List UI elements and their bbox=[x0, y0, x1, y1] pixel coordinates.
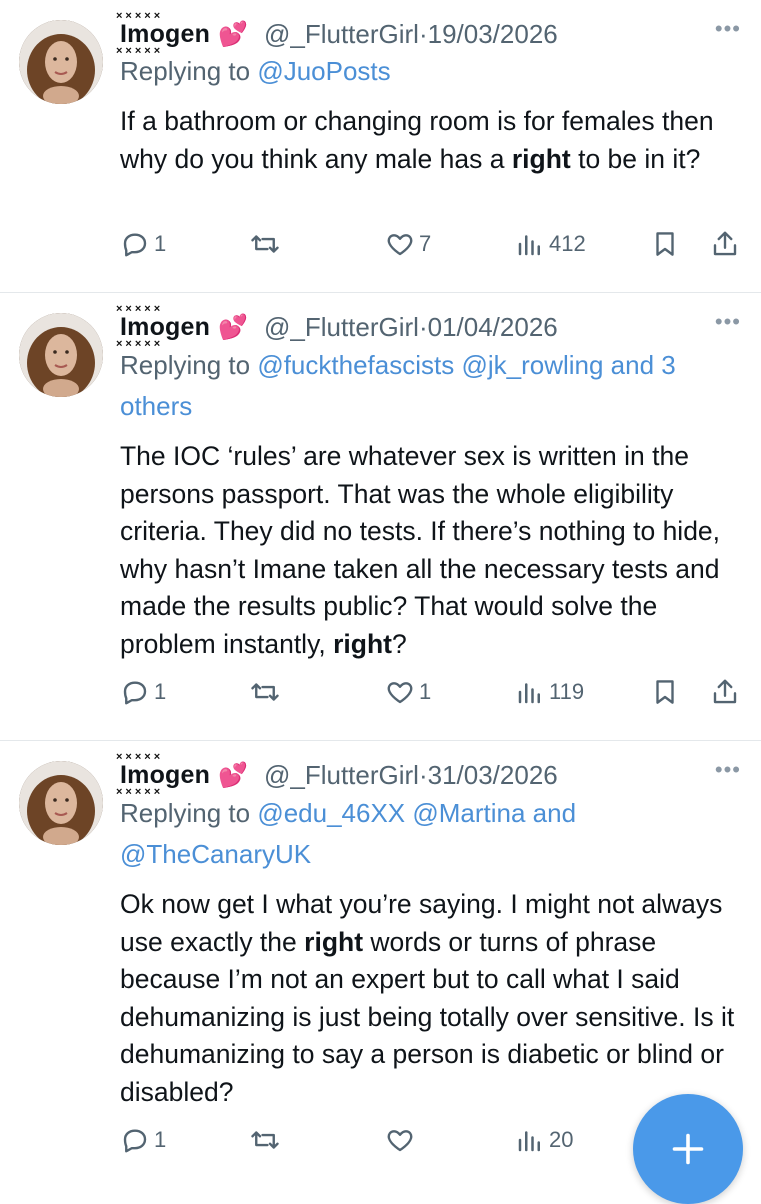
tweet-text: The IOC ‘rules’ are whatever sex is writ… bbox=[120, 441, 721, 659]
like-button[interactable]: 7 bbox=[385, 229, 431, 259]
retweet-button[interactable] bbox=[250, 1125, 284, 1155]
reply-icon bbox=[123, 233, 147, 257]
display-name[interactable]: ××××× Imogen ××××× bbox=[116, 10, 210, 57]
share-icon bbox=[713, 679, 737, 704]
reply-count: 1 bbox=[154, 1127, 167, 1152]
heart-emoji: 💕 bbox=[218, 313, 248, 341]
action-bar: 1 7 412 bbox=[120, 229, 745, 263]
like-button[interactable] bbox=[385, 1125, 419, 1155]
views-button[interactable]: 20 bbox=[515, 1125, 573, 1155]
view-count: 20 bbox=[549, 1127, 574, 1152]
heart-emoji: 💕 bbox=[218, 761, 248, 789]
name-marks-top: ××××× bbox=[116, 302, 164, 315]
reply-icon bbox=[123, 681, 147, 705]
mention-link[interactable]: @TheCanaryUK bbox=[120, 834, 747, 875]
views-button[interactable]: 412 bbox=[515, 229, 586, 259]
handle-and-date[interactable]: @_FlutterGirl·19/03/2026 bbox=[264, 19, 558, 50]
mention-link[interactable]: @JuoPosts bbox=[257, 56, 390, 86]
bookmark-button[interactable] bbox=[650, 229, 680, 259]
view-count: 412 bbox=[549, 231, 586, 256]
tweet-text: Ok now get I what you’re saying. I might… bbox=[120, 889, 735, 1107]
reply-button[interactable]: 1 bbox=[120, 229, 166, 259]
tweet-header: ××××× Imogen ××××× 💕 @_FlutterGirl·19/03… bbox=[116, 10, 741, 57]
heart-icon bbox=[387, 682, 413, 704]
tweet-text: If a bathroom or changing room is for fe… bbox=[120, 106, 714, 174]
plus-icon bbox=[672, 1133, 704, 1165]
mention-link[interactable]: others bbox=[120, 386, 747, 427]
avatar[interactable] bbox=[19, 313, 103, 397]
avatar[interactable] bbox=[19, 761, 103, 845]
display-name[interactable]: ××××× Imogen ××××× bbox=[116, 303, 210, 350]
like-count: 1 bbox=[419, 679, 432, 704]
heart-icon bbox=[387, 1130, 413, 1152]
mention-link[interactable]: @fuckthefascists @jk_rowling and 3 bbox=[257, 350, 675, 380]
more-options-icon[interactable]: ••• bbox=[715, 309, 741, 335]
views-icon bbox=[518, 235, 540, 256]
retweet-icon bbox=[251, 235, 279, 253]
reply-icon bbox=[123, 1129, 147, 1153]
replying-to: Replying to @fuckthefascists @jk_rowling… bbox=[120, 345, 747, 427]
more-options-icon[interactable]: ••• bbox=[715, 757, 741, 783]
bookmark-icon bbox=[656, 680, 674, 704]
heart-emoji: 💕 bbox=[218, 20, 248, 48]
name-marks-top: ××××× bbox=[116, 9, 164, 22]
retweet-icon bbox=[251, 1131, 279, 1149]
bookmark-button[interactable] bbox=[650, 677, 680, 707]
handle-and-date[interactable]: @_FlutterGirl·31/03/2026 bbox=[264, 760, 558, 791]
share-icon bbox=[713, 231, 737, 256]
replying-to: Replying to @JuoPosts bbox=[120, 56, 391, 86]
view-count: 119 bbox=[549, 679, 585, 704]
tweet-header: ××××× Imogen ××××× 💕 @_FlutterGirl·01/04… bbox=[116, 303, 741, 350]
retweet-button[interactable] bbox=[250, 677, 284, 707]
avatar[interactable] bbox=[19, 20, 103, 104]
retweet-button[interactable] bbox=[250, 229, 284, 259]
share-button[interactable] bbox=[710, 677, 740, 707]
views-button[interactable]: 119 bbox=[515, 677, 584, 707]
reply-count: 1 bbox=[154, 231, 167, 256]
tweet[interactable]: ××××× Imogen ××××× 💕 @_FlutterGirl·01/04… bbox=[0, 293, 761, 740]
display-name[interactable]: ××××× Imogen ××××× bbox=[116, 751, 210, 798]
heart-icon bbox=[387, 234, 413, 256]
compose-button[interactable] bbox=[633, 1094, 743, 1204]
retweet-icon bbox=[251, 683, 279, 701]
like-count: 7 bbox=[419, 231, 432, 256]
share-button[interactable] bbox=[710, 229, 740, 259]
reply-count: 1 bbox=[154, 679, 167, 704]
like-button[interactable]: 1 bbox=[385, 677, 431, 707]
tweet[interactable]: ××××× Imogen ××××× 💕 @_FlutterGirl·19/03… bbox=[0, 0, 761, 292]
more-options-icon[interactable]: ••• bbox=[715, 16, 741, 42]
reply-button[interactable]: 1 bbox=[120, 1125, 166, 1155]
action-bar: 1 1 119 bbox=[120, 677, 745, 711]
mention-link[interactable]: @edu_46XX @Martina and bbox=[257, 798, 576, 828]
reply-button[interactable]: 1 bbox=[120, 677, 166, 707]
handle-and-date[interactable]: @_FlutterGirl·01/04/2026 bbox=[264, 312, 558, 343]
views-icon bbox=[518, 1131, 540, 1152]
name-marks-top: ××××× bbox=[116, 750, 164, 763]
views-icon bbox=[518, 683, 540, 704]
tweet-header: ××××× Imogen ××××× 💕 @_FlutterGirl·31/03… bbox=[116, 751, 741, 798]
replying-to: Replying to @edu_46XX @Martina and @TheC… bbox=[120, 793, 747, 875]
bookmark-icon bbox=[656, 232, 674, 256]
